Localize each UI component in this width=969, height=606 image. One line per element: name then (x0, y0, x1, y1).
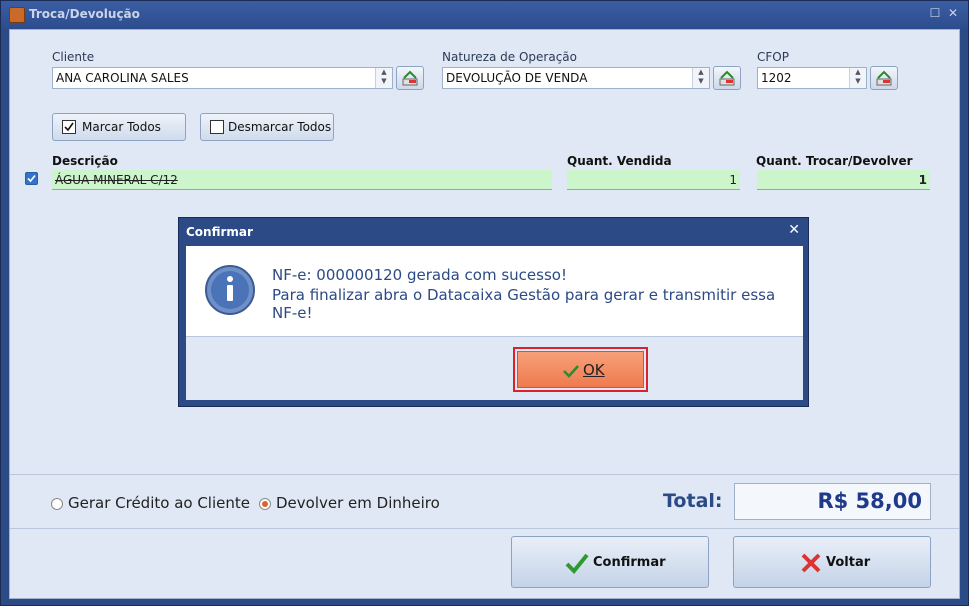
marcar-todos-button[interactable]: Marcar Todos (52, 113, 186, 141)
devolver-dinheiro-label[interactable]: Devolver em Dinheiro (276, 494, 440, 512)
cliente-search-button[interactable] (396, 66, 424, 90)
check-icon (565, 553, 589, 574)
row-quant-trocar[interactable]: 1 (757, 170, 930, 190)
voltar-label: Voltar (826, 555, 871, 570)
row-quant-vendida: 1 (567, 170, 740, 190)
natureza-search-button[interactable] (713, 66, 741, 90)
confirmar-button[interactable]: Confirmar (511, 536, 709, 588)
natureza-value: DEVOLUÇÃO DE VENDA (446, 71, 588, 85)
close-icon[interactable]: ✕ (945, 6, 961, 20)
dialog-message-line2: Para finalizar abra o Datacaixa Gestão p… (272, 286, 776, 322)
col-descricao: Descrição (52, 154, 118, 168)
unchecked-box-icon (210, 120, 224, 134)
cfop-value: 1202 (761, 71, 792, 85)
desmarcar-todos-button[interactable]: Desmarcar Todos (200, 113, 334, 141)
cliente-label: Cliente (52, 50, 95, 64)
search-record-icon (876, 70, 892, 86)
cfop-label: CFOP (757, 50, 789, 64)
window-title: Troca/Devolução (29, 7, 140, 21)
dialog-close-icon[interactable]: ✕ (788, 222, 800, 238)
voltar-button[interactable]: Voltar (733, 536, 931, 588)
col-quant-trocar: Quant. Trocar/Devolver (756, 154, 913, 168)
app-icon (9, 7, 25, 23)
check-icon (563, 365, 579, 378)
confirmar-label: Confirmar (593, 555, 666, 570)
cross-icon (801, 553, 821, 573)
ok-label: OK (583, 361, 605, 379)
natureza-spin-icon[interactable]: ▲ ▼ (692, 68, 709, 88)
ok-highlight: OK (513, 347, 648, 392)
checked-box-icon (62, 120, 76, 134)
title-bar: Troca/Devolução ☐ ✕ (1, 1, 968, 29)
cliente-combo[interactable]: ANA CAROLINA SALES ▲ ▼ (52, 67, 393, 89)
total-label: Total: (663, 490, 723, 512)
col-quant-vendida: Quant. Vendida (567, 154, 672, 168)
dialog-title: Confirmar (186, 225, 253, 239)
cliente-value: ANA CAROLINA SALES (56, 71, 189, 85)
gerar-credito-radio[interactable] (51, 498, 63, 510)
ok-button[interactable]: OK (517, 351, 644, 388)
cfop-search-button[interactable] (870, 66, 898, 90)
dialog-footer: OK (186, 336, 803, 400)
row-descricao[interactable]: ÁGUA MINERAL C/12 (52, 170, 552, 190)
troca-devolucao-window: Troca/Devolução ☐ ✕ Cliente ANA CAROLINA… (0, 0, 969, 606)
dialog-body: NF-e: 000000120 gerada com sucesso! Para… (186, 246, 803, 336)
marcar-todos-label: Marcar Todos (82, 120, 161, 134)
divider (10, 474, 959, 475)
gerar-credito-label[interactable]: Gerar Crédito ao Cliente (68, 494, 250, 512)
cfop-spin-icon[interactable]: ▲ ▼ (849, 68, 866, 88)
natureza-label: Natureza de Operação (442, 50, 577, 64)
desmarcar-todos-label: Desmarcar Todos (228, 120, 332, 134)
dialog-message-line1: NF-e: 000000120 gerada com sucesso! (272, 266, 567, 284)
check-mark-icon (27, 174, 36, 183)
info-icon (205, 265, 255, 315)
search-record-icon (719, 70, 735, 86)
cliente-spin-icon[interactable]: ▲ ▼ (375, 68, 392, 88)
row-checkbox[interactable] (25, 172, 38, 185)
natureza-combo[interactable]: DEVOLUÇÃO DE VENDA ▲ ▼ (442, 67, 710, 89)
maximize-icon[interactable]: ☐ (927, 6, 943, 20)
total-value: R$ 58,00 (734, 483, 931, 520)
divider (10, 528, 959, 529)
search-record-icon (402, 70, 418, 86)
devolver-dinheiro-radio[interactable] (259, 498, 271, 510)
confirm-dialog: Confirmar ✕ NF-e: 000000120 gerada com s… (178, 217, 809, 407)
cfop-combo[interactable]: 1202 ▲ ▼ (757, 67, 867, 89)
